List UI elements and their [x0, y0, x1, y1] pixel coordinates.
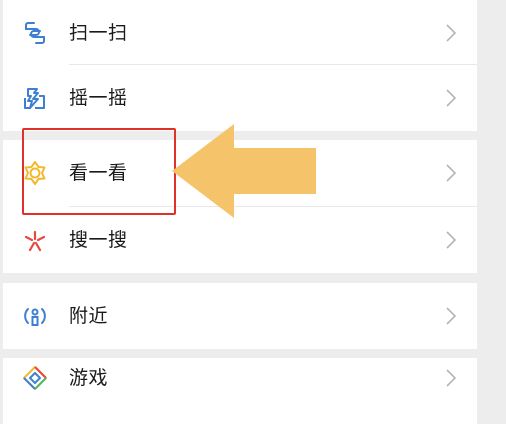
chevron-right-icon [445, 23, 457, 43]
menu-item-shake[interactable]: 摇一摇 [3, 65, 477, 131]
menu-item-label: 扫一扫 [69, 22, 128, 44]
menu-group-3: 附近 [3, 283, 477, 349]
shake-icon [21, 84, 49, 112]
scan-icon [21, 19, 49, 47]
nearby-icon [21, 302, 49, 330]
chevron-right-icon [445, 230, 457, 250]
menu-item-nearby[interactable]: 附近 [3, 283, 477, 349]
menu-group-1: 扫一扫 摇一摇 [3, 0, 477, 131]
chevron-right-icon [445, 88, 457, 108]
menu-item-games[interactable]: 游戏 [3, 358, 477, 424]
menu-item-label: 游戏 [69, 367, 109, 389]
menu-item-scan[interactable]: 扫一扫 [3, 0, 477, 66]
pointer-arrow-icon [172, 124, 316, 218]
menu-group-4: 游戏 [3, 358, 477, 424]
menu-item-label: 摇一摇 [69, 87, 128, 109]
menu-item-label: 搜一搜 [69, 229, 128, 251]
chevron-right-icon [445, 163, 457, 183]
menu-item-label: 附近 [69, 305, 109, 327]
chevron-right-icon [445, 368, 457, 388]
games-icon [21, 364, 49, 392]
highlight-box [22, 128, 176, 215]
search-sparkle-icon [21, 226, 49, 254]
chevron-right-icon [445, 306, 457, 326]
